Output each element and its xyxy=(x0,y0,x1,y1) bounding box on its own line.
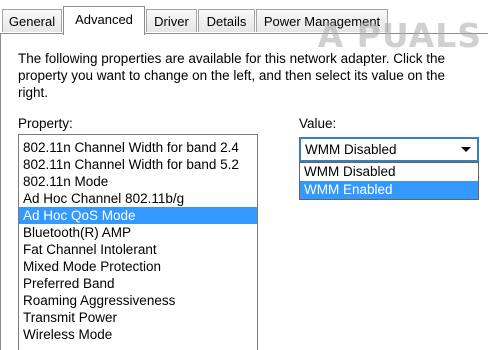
tab-power-management[interactable]: Power Management xyxy=(256,9,388,32)
property-item[interactable]: 802.11n Channel Width for band 2.4 xyxy=(19,139,257,156)
dropdown-option-wmm-disabled[interactable]: WMM Disabled xyxy=(300,163,478,181)
property-item[interactable]: Wireless Mode xyxy=(19,326,257,343)
tab-advanced[interactable]: Advanced xyxy=(63,6,145,35)
chevron-down-icon[interactable] xyxy=(461,147,471,152)
value-label: Value: xyxy=(299,116,337,131)
tab-general[interactable]: General xyxy=(2,9,62,32)
property-item[interactable]: Bluetooth(R) AMP xyxy=(19,224,257,241)
property-item[interactable]: Transmit Power xyxy=(19,309,257,326)
tab-driver[interactable]: Driver xyxy=(146,9,197,32)
property-item[interactable]: Preferred Band xyxy=(19,275,257,292)
property-listbox[interactable]: 802.11n Channel Width for band 2.4 802.1… xyxy=(18,134,258,350)
tab-bar: General Advanced Driver Details Power Ma… xyxy=(0,0,488,35)
tab-details[interactable]: Details xyxy=(198,9,255,32)
property-item[interactable]: Roaming Aggressiveness xyxy=(19,292,257,309)
dropdown-option-wmm-enabled[interactable]: WMM Enabled xyxy=(300,181,478,199)
property-item[interactable]: 802.11n Mode xyxy=(19,173,257,190)
panel-border xyxy=(0,33,1,350)
property-label: Property: xyxy=(18,116,73,131)
combo-current-value: WMM Disabled xyxy=(305,142,397,157)
property-item[interactable]: 802.11n Channel Width for band 5.2 xyxy=(19,156,257,173)
property-item-selected[interactable]: Ad Hoc QoS Mode xyxy=(19,207,257,224)
property-item[interactable]: Mixed Mode Protection xyxy=(19,258,257,275)
value-combobox[interactable]: WMM Disabled xyxy=(299,137,479,162)
description-text: The following properties are available f… xyxy=(18,51,446,100)
property-item[interactable]: Fat Channel Intolerant xyxy=(19,241,257,258)
value-dropdown-list[interactable]: WMM Disabled WMM Enabled xyxy=(299,162,479,200)
property-item[interactable]: Ad Hoc Channel 802.11b/g xyxy=(19,190,257,207)
